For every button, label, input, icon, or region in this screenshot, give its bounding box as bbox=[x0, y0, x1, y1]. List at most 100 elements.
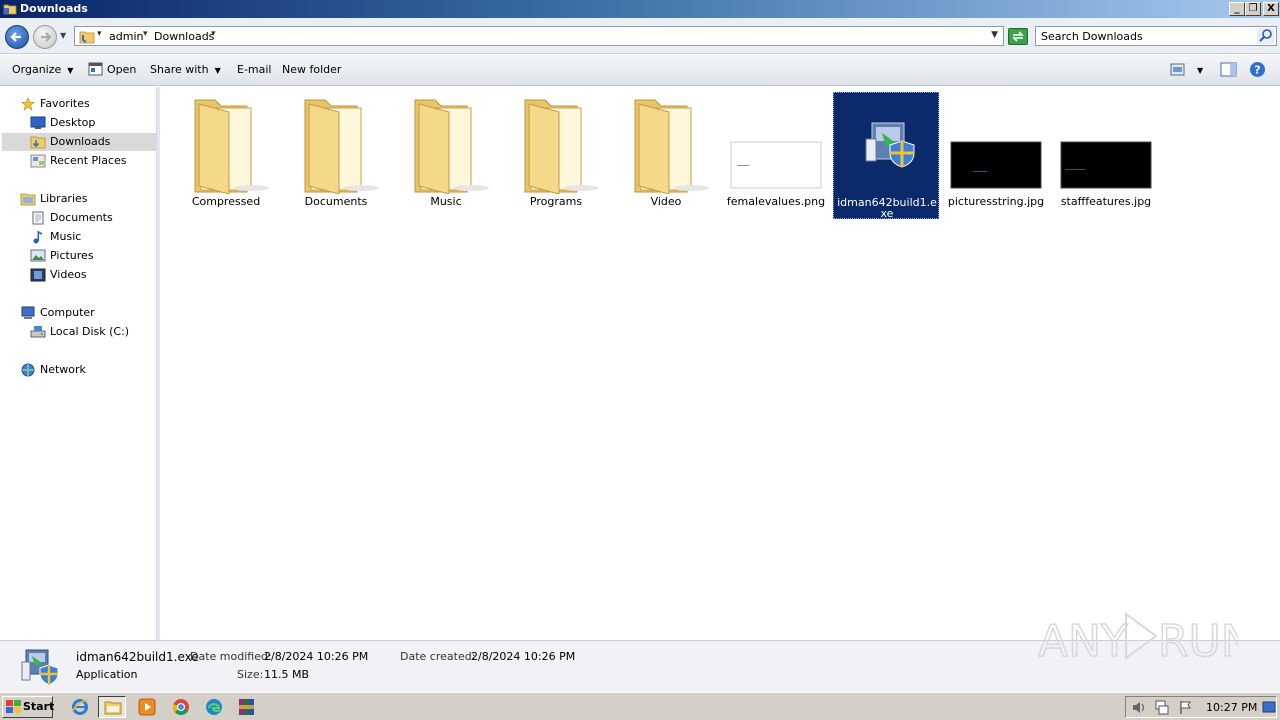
taskbar-winrar[interactable] bbox=[233, 696, 261, 718]
svg-text:?: ? bbox=[1254, 64, 1260, 77]
breadcrumb-separator-icon[interactable]: ▾ bbox=[97, 29, 102, 39]
search-input[interactable] bbox=[1041, 29, 1246, 43]
nav-item-label: Recent Places bbox=[50, 154, 127, 167]
forward-button[interactable] bbox=[33, 25, 57, 49]
folder-icon bbox=[634, 99, 709, 194]
chevron-down-icon: ▼ bbox=[67, 66, 74, 75]
window-title: Downloads bbox=[20, 2, 88, 15]
nav-item-label: Music bbox=[50, 230, 82, 243]
email-button[interactable]: E-mail bbox=[237, 63, 272, 76]
nav-item-music[interactable]: Music bbox=[30, 228, 150, 246]
file-item-music[interactable]: Music bbox=[393, 92, 499, 219]
minimize-button[interactable]: _ bbox=[1229, 2, 1245, 16]
clock[interactable]: 10:27 PM bbox=[1206, 701, 1257, 714]
maximize-button[interactable]: ❐ bbox=[1245, 2, 1261, 16]
taskbar-edge[interactable] bbox=[200, 696, 228, 718]
nav-network[interactable]: Network bbox=[20, 361, 150, 379]
volume-icon[interactable] bbox=[1131, 700, 1147, 715]
winrar-icon bbox=[239, 699, 254, 715]
taskbar-chrome[interactable] bbox=[167, 696, 195, 718]
folder-icon bbox=[524, 99, 599, 194]
file-item-stafffeatures-jpg[interactable]: stafffeatures.jpg bbox=[1053, 92, 1159, 219]
taskbar-media-player[interactable] bbox=[133, 696, 161, 718]
media-player-icon bbox=[138, 698, 156, 716]
file-item-femalevalues-png[interactable]: femalevalues.png bbox=[723, 92, 829, 219]
size-label: Size: bbox=[237, 668, 264, 681]
nav-item-pictures[interactable]: Pictures bbox=[30, 247, 150, 265]
breadcrumb-downloads[interactable]: Downloads bbox=[154, 30, 214, 43]
file-item-idman642build1-exe[interactable]: idman642build1.exe bbox=[833, 92, 939, 219]
nav-item-label: Videos bbox=[50, 268, 87, 281]
date-created-label: Date created: bbox=[400, 650, 476, 663]
share-with-button[interactable]: Share with ▼ bbox=[150, 63, 221, 76]
network-tray-icon[interactable] bbox=[1154, 700, 1170, 715]
breadcrumb-admin[interactable]: admin bbox=[109, 30, 143, 43]
image-thumbnail-icon bbox=[730, 141, 822, 189]
preview-pane-icon[interactable] bbox=[1220, 62, 1238, 78]
date-modified-label: Date modified: bbox=[190, 650, 272, 663]
back-button[interactable] bbox=[5, 25, 29, 49]
taskbar: Start 10:27 PM bbox=[0, 692, 1280, 720]
history-dropdown-icon[interactable]: ▼ bbox=[60, 31, 66, 40]
file-item-documents[interactable]: Documents bbox=[283, 92, 389, 219]
file-item-programs[interactable]: Programs bbox=[503, 92, 609, 219]
search-box[interactable] bbox=[1035, 26, 1277, 46]
change-view-icon[interactable] bbox=[1170, 63, 1186, 77]
date-modified-value: 2/8/2024 10:26 PM bbox=[264, 650, 369, 663]
file-item-compressed[interactable]: Compressed bbox=[173, 92, 279, 219]
nav-libraries[interactable]: Libraries bbox=[20, 190, 150, 208]
file-item-picturesstring-jpg[interactable]: picturesstring.jpg bbox=[943, 92, 1049, 219]
nav-item-recent-places[interactable]: Recent Places bbox=[30, 152, 150, 170]
local-disk-icon bbox=[30, 326, 46, 338]
refresh-button[interactable] bbox=[1008, 28, 1028, 45]
view-options-dropdown-icon[interactable]: ▼ bbox=[1197, 66, 1203, 75]
recent-places-icon bbox=[30, 154, 46, 168]
nav-item-local-disk[interactable]: Local Disk (C:) bbox=[30, 323, 150, 341]
file-name: Video bbox=[650, 195, 682, 208]
file-name: Compressed bbox=[191, 195, 261, 208]
open-icon bbox=[88, 62, 103, 76]
file-name: stafffeatures.jpg bbox=[1060, 195, 1152, 208]
nav-computer[interactable]: Computer bbox=[20, 304, 150, 322]
search-icon[interactable] bbox=[1257, 28, 1275, 44]
address-dropdown-icon[interactable]: ▼ bbox=[991, 30, 998, 40]
show-desktop-icon[interactable] bbox=[1262, 700, 1276, 715]
music-icon bbox=[33, 230, 43, 244]
back-arrow-icon bbox=[10, 32, 21, 42]
address-row: ▼ ▾ admin ▾ Downloads ▾ ▼ bbox=[0, 18, 1280, 54]
breadcrumb-separator-icon[interactable]: ▾ bbox=[143, 29, 148, 39]
taskbar-windows-explorer[interactable] bbox=[98, 696, 126, 718]
file-name: idman642build1.exe bbox=[837, 196, 937, 220]
close-button[interactable]: X bbox=[1263, 2, 1279, 16]
nav-network-label: Network bbox=[40, 363, 86, 376]
nav-item-label: Downloads bbox=[50, 135, 111, 148]
folder-icon bbox=[79, 31, 95, 44]
nav-computer-label: Computer bbox=[40, 306, 95, 319]
folder-icon bbox=[3, 4, 17, 15]
open-button[interactable]: Open bbox=[107, 63, 136, 76]
file-item-video[interactable]: Video bbox=[613, 92, 719, 219]
address-bar[interactable]: ▾ admin ▾ Downloads ▾ ▼ bbox=[74, 26, 1004, 46]
action-center-flag-icon[interactable] bbox=[1178, 700, 1194, 715]
taskbar-internet-explorer[interactable] bbox=[66, 696, 94, 718]
nav-item-videos[interactable]: Videos bbox=[30, 266, 150, 284]
nav-libraries-label: Libraries bbox=[40, 192, 88, 205]
installer-icon bbox=[21, 649, 59, 686]
new-folder-button[interactable]: New folder bbox=[282, 63, 341, 76]
organize-label: Organize bbox=[12, 63, 62, 76]
pictures-icon bbox=[30, 249, 46, 262]
file-name: Music bbox=[430, 195, 462, 208]
help-icon[interactable]: ? bbox=[1249, 61, 1266, 78]
libraries-icon bbox=[20, 193, 36, 206]
nav-item-downloads[interactable]: Downloads bbox=[2, 133, 157, 151]
nav-favorites[interactable]: Favorites bbox=[20, 95, 150, 113]
nav-item-desktop[interactable]: Desktop bbox=[30, 114, 150, 132]
internet-explorer-icon bbox=[71, 699, 89, 715]
start-button[interactable]: Start bbox=[2, 696, 54, 718]
anyrun-watermark-logo: ANY RUN bbox=[1038, 612, 1238, 666]
nav-item-documents[interactable]: Documents bbox=[30, 209, 150, 227]
file-name: femalevalues.png bbox=[726, 195, 826, 208]
breadcrumb-separator-icon[interactable]: ▾ bbox=[211, 29, 216, 39]
organize-button[interactable]: Organize ▼ bbox=[12, 63, 73, 76]
details-filename: idman642build1.exe bbox=[76, 650, 199, 664]
